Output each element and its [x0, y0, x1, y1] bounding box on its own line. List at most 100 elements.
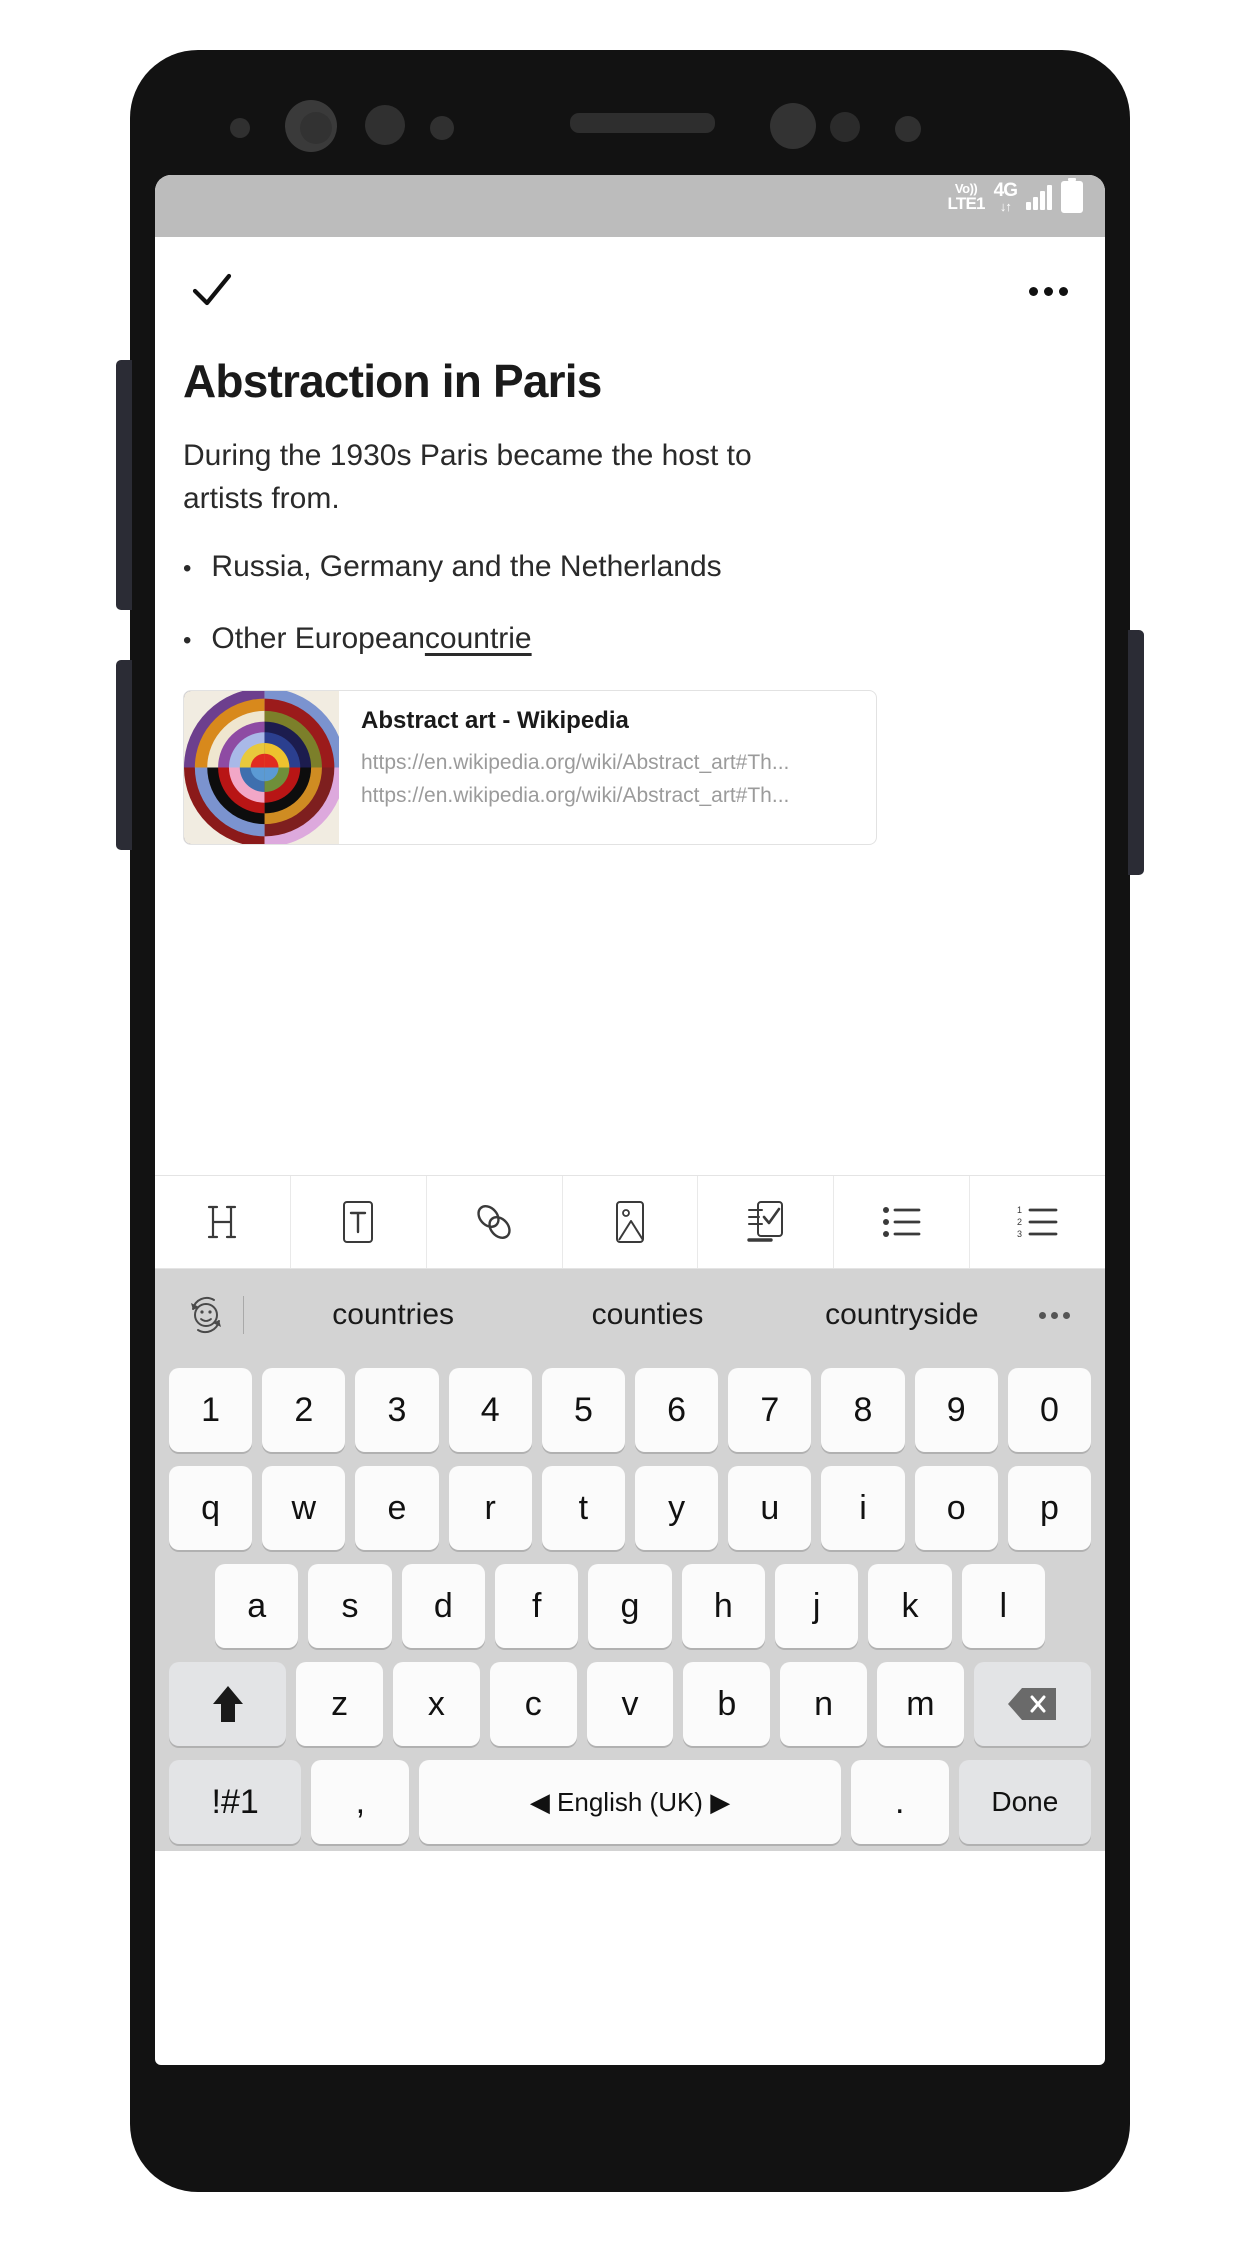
- secondary-camera-icon: [770, 103, 816, 149]
- shift-key[interactable]: [169, 1662, 287, 1746]
- save-button[interactable]: [183, 262, 241, 320]
- volume-down-button[interactable]: [116, 660, 132, 850]
- key-b[interactable]: b: [683, 1662, 771, 1746]
- link-card-title: Abstract art - Wikipedia: [361, 707, 629, 735]
- key-a[interactable]: a: [215, 1564, 299, 1648]
- key-d[interactable]: d: [401, 1564, 485, 1648]
- emoji-toggle-button[interactable]: [179, 1293, 233, 1337]
- key-o[interactable]: o: [914, 1466, 998, 1550]
- insert-link-button[interactable]: [427, 1176, 563, 1268]
- key-p[interactable]: p: [1007, 1466, 1092, 1550]
- key-m[interactable]: m: [876, 1662, 964, 1746]
- note-title[interactable]: Abstraction in Paris: [183, 355, 1077, 408]
- overflow-menu-button[interactable]: [1019, 268, 1077, 314]
- key-r[interactable]: r: [448, 1466, 532, 1550]
- symbols-key[interactable]: !#1: [169, 1760, 302, 1844]
- power-button[interactable]: [1128, 630, 1144, 875]
- emoji-rotate-icon: [191, 1296, 221, 1334]
- numbered-list-button[interactable]: 1 2 3: [970, 1176, 1105, 1268]
- checklist-icon: [747, 1201, 783, 1242]
- note-editor: Abstraction in Paris During the 1930s Pa…: [155, 237, 1105, 1175]
- image-picture-icon: [616, 1201, 644, 1243]
- secondary-camera-lens-icon: [830, 112, 860, 142]
- insert-image-button[interactable]: [563, 1176, 699, 1268]
- key-z[interactable]: z: [296, 1662, 383, 1746]
- proximity-sensor-icon: [230, 118, 250, 138]
- earpiece-speaker: [570, 113, 715, 133]
- key-w[interactable]: w: [262, 1466, 346, 1550]
- suggestion-word-3[interactable]: countryside: [775, 1298, 1029, 1332]
- abstract-art-thumbnail-image: [184, 691, 339, 845]
- key-g[interactable]: g: [588, 1564, 672, 1648]
- keyboard-row-numbers: 1 2 3 4 5 6 7 8 9 0: [155, 1361, 1105, 1459]
- space-key[interactable]: ◀ English (UK) ▶: [419, 1760, 841, 1844]
- keyboard-row-bottom: !#1 , ◀ English (UK) ▶ . Done: [155, 1753, 1105, 1851]
- more-suggestions-icon-dot-1: [1039, 1311, 1047, 1319]
- key-s[interactable]: s: [308, 1564, 392, 1648]
- volte-label-bottom: LTE1: [947, 194, 986, 213]
- text-style-button[interactable]: [291, 1176, 427, 1268]
- suggestion-word-1[interactable]: countries: [266, 1298, 520, 1332]
- key-j[interactable]: j: [774, 1564, 859, 1648]
- done-key[interactable]: Done: [958, 1760, 1091, 1844]
- led-indicator-icon: [895, 116, 921, 142]
- key-6[interactable]: 6: [635, 1368, 719, 1452]
- key-u[interactable]: u: [728, 1466, 812, 1550]
- phone-frame: Vo)) LTE1 4G ↓↑ Abstraction in Paris Dur…: [116, 50, 1144, 2192]
- bullet-icon: •: [183, 627, 192, 655]
- link-card-url-2: https://en.wikipedia.org/wiki/Abstract_a…: [361, 783, 790, 807]
- bullet-list-button[interactable]: [834, 1176, 971, 1268]
- list-item[interactable]: • Russia, Germany and the Netherlands: [183, 546, 1077, 588]
- key-i[interactable]: i: [821, 1466, 905, 1550]
- key-3[interactable]: 3: [355, 1368, 439, 1452]
- link-preview-card[interactable]: Abstract art - Wikipedia https://en.wiki…: [183, 690, 877, 846]
- key-h[interactable]: h: [681, 1564, 765, 1648]
- key-5[interactable]: 5: [541, 1368, 625, 1452]
- key-9[interactable]: 9: [914, 1368, 998, 1452]
- key-8[interactable]: 8: [821, 1368, 905, 1452]
- key-x[interactable]: x: [393, 1662, 480, 1746]
- format-toolbar: 1 2 3: [155, 1175, 1105, 1269]
- key-v[interactable]: v: [586, 1662, 674, 1746]
- volume-up-button[interactable]: [116, 360, 132, 610]
- sensor-bar: [130, 50, 1130, 160]
- phone-screen: Vo)) LTE1 4G ↓↑ Abstraction in Paris Dur…: [155, 175, 1105, 2065]
- key-c[interactable]: c: [489, 1662, 577, 1746]
- suggestion-word-2[interactable]: counties: [520, 1298, 774, 1332]
- key-f[interactable]: f: [495, 1564, 579, 1648]
- period-key[interactable]: .: [850, 1760, 949, 1844]
- bullet-list-icon: [882, 1207, 921, 1237]
- backspace-key[interactable]: [973, 1662, 1091, 1746]
- list-item[interactable]: • Other European countrie: [183, 618, 1077, 660]
- key-4[interactable]: 4: [448, 1368, 532, 1452]
- key-y[interactable]: y: [635, 1466, 719, 1550]
- suggestion-strip: countries counties countryside: [155, 1269, 1105, 1361]
- heading-button[interactable]: [155, 1176, 291, 1268]
- data-arrows-label: ↓↑: [999, 199, 1012, 214]
- key-n[interactable]: n: [780, 1662, 867, 1746]
- list-item-text: Russia, Germany and the Netherlands: [211, 550, 722, 584]
- backspace-icon: [1008, 1688, 1057, 1720]
- key-1[interactable]: 1: [168, 1368, 253, 1452]
- key-2[interactable]: 2: [262, 1368, 346, 1452]
- note-bullet-list: • Russia, Germany and the Netherlands • …: [183, 546, 1077, 660]
- comma-key[interactable]: ,: [311, 1760, 410, 1844]
- key-7[interactable]: 7: [728, 1368, 812, 1452]
- volte-indicator: Vo)) LTE1: [947, 182, 986, 213]
- key-k[interactable]: k: [868, 1564, 952, 1648]
- key-e[interactable]: e: [355, 1466, 439, 1550]
- key-0[interactable]: 0: [1007, 1368, 1092, 1452]
- abstract-art-thumbnail: [184, 691, 339, 845]
- key-t[interactable]: t: [541, 1466, 625, 1550]
- key-q[interactable]: q: [168, 1466, 253, 1550]
- more-suggestions-button[interactable]: [1029, 1311, 1081, 1319]
- editor-app-bar: [183, 237, 1077, 345]
- insert-checklist-button[interactable]: [698, 1176, 835, 1268]
- note-paragraph[interactable]: During the 1930s Paris became the host t…: [183, 434, 823, 520]
- battery-icon: [1061, 178, 1083, 213]
- key-l[interactable]: l: [961, 1564, 1045, 1648]
- svg-text:1: 1: [1017, 1205, 1022, 1215]
- link-card-url-1: https://en.wikipedia.org/wiki/Abstract_a…: [361, 751, 790, 775]
- status-bar-icons: Vo)) LTE1 4G ↓↑: [947, 178, 1083, 214]
- link-chain-icon: [477, 1205, 511, 1239]
